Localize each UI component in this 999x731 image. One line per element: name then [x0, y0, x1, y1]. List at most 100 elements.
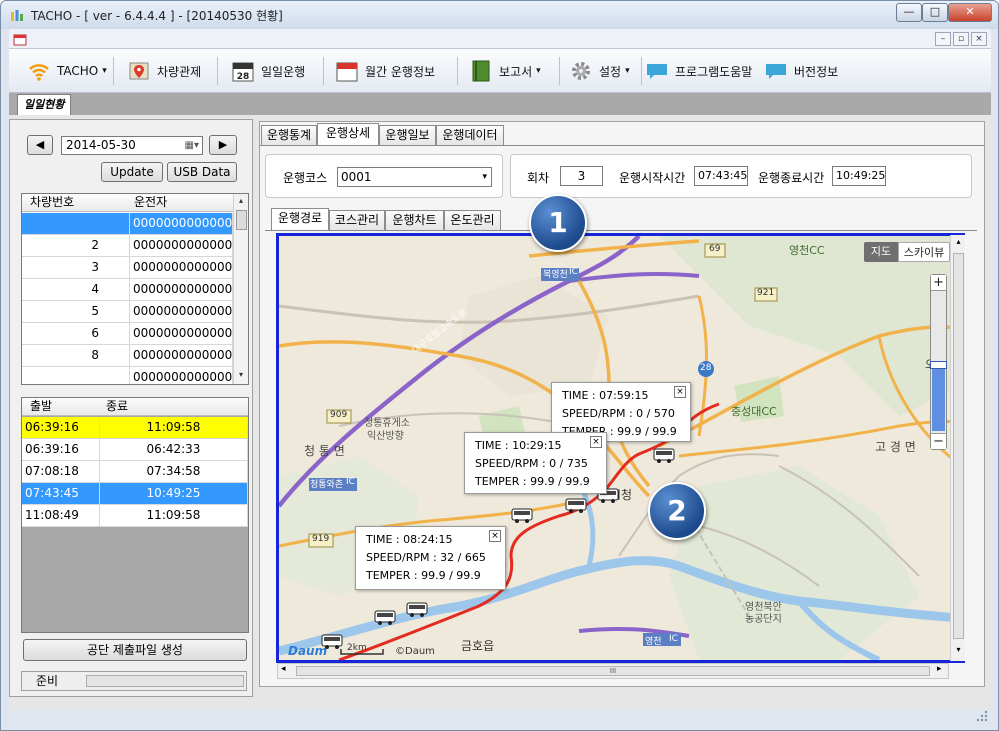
route-map[interactable]: 북영천 IC 청 통 면 청통와촌 IC 청통휴게소 익산방향 영천CC 충성대…	[276, 233, 965, 663]
column-header-driver[interactable]: 운전자	[134, 194, 167, 211]
vehicle-number-cell[interactable]: 4	[22, 279, 130, 301]
zoom-in-button[interactable]: +	[931, 275, 946, 291]
scroll-right-icon[interactable]: ▸	[937, 664, 942, 674]
column-header-vehicle-no[interactable]: 차량번호	[30, 194, 74, 211]
vehicle-number-cell[interactable]: 3	[22, 257, 130, 279]
map-view-button[interactable]: 지도	[864, 242, 898, 262]
popup-close-button[interactable]: ×	[489, 530, 501, 542]
trip-end-cell[interactable]: 11:09:58	[100, 505, 248, 527]
tab-drive-chart[interactable]: 운행차트	[385, 210, 444, 230]
title-bar[interactable]: TACHO - [ ver - 6.4.4.4 ] - [20140530 현황…	[1, 1, 998, 29]
mdi-restore-button[interactable]: ▫	[953, 32, 969, 46]
trip-end-cell[interactable]: 10:49:25	[100, 483, 248, 505]
bus-marker-icon[interactable]	[374, 610, 396, 626]
skyview-button[interactable]: 스카이뷰	[898, 242, 950, 262]
vehicle-number-cell[interactable]	[22, 213, 130, 235]
map-vertical-scrollbar[interactable]: ▴ ▾	[950, 235, 965, 661]
chevron-down-icon: ▾	[536, 66, 541, 76]
vehicle-grid-scrollbar[interactable]: ▴ ▾	[233, 194, 248, 384]
zoom-handle[interactable]	[930, 361, 947, 369]
tab-daily-status[interactable]: 일일현황	[17, 94, 72, 115]
round-field[interactable]: 3	[560, 166, 603, 186]
map-horizontal-scrollbar[interactable]: ◂ III ▸	[277, 663, 949, 679]
zoom-slider[interactable]: + −	[930, 274, 947, 450]
scroll-down-icon[interactable]: ▾	[953, 645, 964, 654]
column-header-start[interactable]: 출발	[30, 398, 52, 415]
scroll-left-icon[interactable]: ◂	[281, 664, 286, 674]
toolbar-settings-button[interactable]: 설정 ▾	[569, 57, 630, 85]
bus-marker-icon[interactable]	[511, 508, 533, 524]
toolbar-tacho-button[interactable]: TACHO ▾	[27, 57, 107, 85]
vehicle-number-cell[interactable]	[22, 367, 130, 384]
scroll-up-icon[interactable]: ▴	[953, 237, 964, 246]
close-button[interactable]: ✕	[948, 3, 992, 22]
document-icon[interactable]	[13, 32, 27, 46]
tab-drive-daily[interactable]: 운행일보	[379, 125, 436, 145]
vehicle-number-cell[interactable]: 5	[22, 301, 130, 323]
trip-end-cell[interactable]: 07:34:58	[100, 461, 248, 483]
course-value: 0001	[341, 170, 372, 184]
driver-cell[interactable]: 00000000000006,..	[130, 345, 233, 367]
popup-close-button[interactable]: ×	[674, 386, 686, 398]
driver-cell[interactable]: 00000000000006,..	[130, 279, 233, 301]
zoom-out-button[interactable]: −	[931, 433, 946, 449]
tab-drive-route[interactable]: 운행경로	[271, 208, 329, 230]
scroll-down-icon[interactable]: ▾	[235, 370, 247, 379]
bus-marker-icon[interactable]	[653, 448, 675, 464]
column-header-end[interactable]: 종료	[106, 398, 128, 415]
start-time-field[interactable]: 07:43:45	[694, 166, 748, 186]
tab-course-manage[interactable]: 코스관리	[329, 210, 385, 230]
bus-marker-icon[interactable]	[321, 634, 343, 650]
tab-drive-data[interactable]: 운행데이터	[436, 125, 504, 145]
toolbar-monthly-button[interactable]: 월간 운행정보	[335, 57, 435, 85]
bus-marker-icon[interactable]	[565, 498, 587, 514]
map-canvas	[279, 236, 962, 660]
resize-grip-icon[interactable]	[975, 709, 989, 723]
course-select[interactable]: 0001 ▾	[337, 167, 492, 187]
toolbar-help-button[interactable]: 프로그램도움말	[645, 57, 752, 85]
toolbar-vehicle-control-button[interactable]: 차량관제	[127, 57, 201, 85]
toolbar-report-button[interactable]: 보고서 ▾	[469, 57, 541, 85]
scroll-thumb[interactable]	[236, 210, 247, 230]
tab-temp-manage[interactable]: 온도관리	[444, 210, 501, 230]
trip-start-cell[interactable]: 07:08:18	[22, 461, 100, 483]
driver-cell[interactable]: 00000000000006,..	[130, 235, 233, 257]
tab-drive-detail[interactable]: 운행상세	[317, 123, 379, 145]
popup-close-button[interactable]: ×	[590, 436, 602, 448]
trip-start-cell[interactable]: 06:39:16	[22, 439, 100, 461]
toolbar-daily-button[interactable]: 28 일일운행	[231, 57, 305, 85]
vehicle-number-cell[interactable]: 2	[22, 235, 130, 257]
usb-data-button[interactable]: USB Data	[167, 162, 237, 182]
map-label-chungseong-cc: 충성대CC	[731, 405, 777, 418]
date-picker[interactable]: 2014-05-30 ▦▾	[61, 136, 203, 155]
trip-start-cell[interactable]: 07:43:45	[22, 483, 100, 505]
end-time-field[interactable]: 10:49:25	[832, 166, 886, 186]
prev-date-button[interactable]: ◀	[27, 135, 53, 155]
driver-cell[interactable]: 00000000000006,..	[130, 257, 233, 279]
trip-end-cell[interactable]: 11:09:58	[100, 417, 248, 439]
update-button[interactable]: Update	[101, 162, 163, 182]
trip-end-cell[interactable]: 06:42:33	[100, 439, 248, 461]
maximize-button[interactable]: □	[922, 3, 948, 22]
scroll-up-icon[interactable]: ▴	[235, 196, 247, 205]
generate-file-button[interactable]: 공단 제출파일 생성	[23, 639, 247, 661]
driver-cell[interactable]: 00000000000006,..	[130, 301, 233, 323]
next-date-button[interactable]: ▶	[209, 135, 237, 155]
bus-marker-icon[interactable]	[406, 602, 428, 618]
mdi-minimize-button[interactable]: –	[935, 32, 951, 46]
tab-drive-stats[interactable]: 운행통계	[261, 125, 317, 145]
vehicle-number-cell[interactable]: 8	[22, 345, 130, 367]
mdi-close-button[interactable]: ×	[971, 32, 987, 46]
driver-cell[interactable]: 00000000000006,..	[130, 323, 233, 345]
driver-cell[interactable]: 00000000000006,..	[130, 367, 233, 384]
toolbar-version-button[interactable]: 버전정보	[764, 57, 838, 85]
driver-cell[interactable]: 00000000000006,..	[130, 213, 233, 235]
trip-start-cell[interactable]: 06:39:16	[22, 417, 100, 439]
vehicle-number-cell[interactable]: 6	[22, 323, 130, 345]
map-label-ic-south: IC	[669, 634, 678, 644]
trip-start-cell[interactable]: 11:08:49	[22, 505, 100, 527]
calendar-dropdown-icon[interactable]: ▦▾	[185, 137, 199, 154]
scroll-thumb[interactable]: III	[296, 666, 930, 676]
minimize-button[interactable]: —	[896, 3, 922, 22]
scroll-thumb[interactable]	[953, 253, 964, 639]
